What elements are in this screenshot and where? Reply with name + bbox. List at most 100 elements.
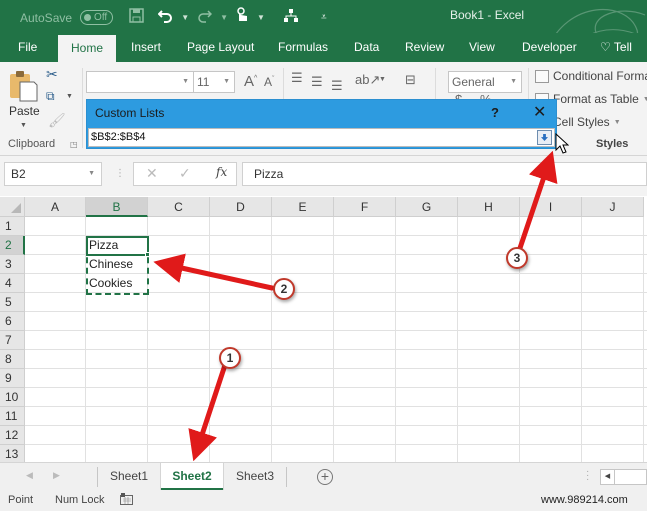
help-button[interactable]: ? <box>491 105 499 120</box>
tab-data[interactable]: Data <box>354 33 379 62</box>
collapse-dialog-button[interactable] <box>537 130 552 145</box>
org-chart-icon[interactable] <box>283 8 299 27</box>
paste-dropdown-icon[interactable]: ▼ <box>20 122 27 129</box>
row-header-8[interactable]: 8 <box>0 350 25 369</box>
wrap-text-icon[interactable]: ⊟ <box>405 72 416 88</box>
macro-record-icon[interactable] <box>120 493 133 508</box>
document-title: Book1 - Excel <box>450 8 525 22</box>
horizontal-scrollbar[interactable]: ◀ <box>600 469 647 485</box>
tab-formulas[interactable]: Formulas <box>278 33 328 62</box>
column-header-j[interactable]: J <box>582 197 644 217</box>
scroll-left-icon[interactable]: ◀ <box>601 470 615 484</box>
tab-review[interactable]: Review <box>405 33 444 62</box>
group-divider <box>82 68 83 148</box>
tab-developer[interactable]: Developer <box>522 33 577 62</box>
row-header-9[interactable]: 9 <box>0 369 25 388</box>
column-header-f[interactable]: F <box>334 197 396 217</box>
tab-page-layout[interactable]: Page Layout <box>187 33 254 62</box>
column-header-d[interactable]: D <box>210 197 272 217</box>
copy-dropdown-icon[interactable]: ▼ <box>66 93 73 100</box>
touch-dropdown-icon[interactable]: ▼ <box>257 13 265 22</box>
touch-mode-icon[interactable] <box>236 7 249 28</box>
redo-dropdown-icon[interactable]: ▼ <box>220 13 228 22</box>
undo-icon[interactable] <box>157 9 173 27</box>
insert-function-icon[interactable]: fx <box>216 165 227 179</box>
worksheet-grid[interactable]: A B C D E F G H I J 1 2 3 4 5 6 7 8 9 10 11 12 13 Pizza Chinese C… <box>0 197 647 462</box>
tab-view[interactable]: View <box>469 33 495 62</box>
add-sheet-button[interactable]: + <box>317 469 333 485</box>
column-header-g[interactable]: G <box>396 197 458 217</box>
row-header-6[interactable]: 6 <box>0 312 25 331</box>
num-lock-indicator: Num Lock <box>55 494 105 506</box>
scroll-sheets-right-icon[interactable]: ▶ <box>53 470 60 481</box>
grow-font-icon[interactable]: A^ <box>244 73 257 90</box>
formula-buttons: ✕ ✓ fx <box>133 162 237 186</box>
select-all-button[interactable] <box>0 197 25 217</box>
row-header-10[interactable]: 10 <box>0 388 25 407</box>
column-header-c[interactable]: C <box>148 197 210 217</box>
format-painter-icon[interactable]: 🖌 <box>48 112 66 129</box>
row-header-11[interactable]: 11 <box>0 407 25 426</box>
gridline <box>25 330 647 331</box>
row-header-5[interactable]: 5 <box>0 293 25 312</box>
name-box[interactable]: B2 ▼ <box>4 162 102 186</box>
column-header-i[interactable]: I <box>520 197 582 217</box>
tab-insert[interactable]: Insert <box>131 33 161 62</box>
enter-icon[interactable]: ✓ <box>179 165 191 182</box>
watermark-text: www.989214.com <box>541 494 628 506</box>
number-format-select[interactable]: General ▼ <box>448 71 522 93</box>
font-size-select[interactable]: 11 ▼ <box>193 71 235 93</box>
undo-dropdown-icon[interactable]: ▼ <box>181 13 189 22</box>
copy-icon[interactable]: ⧉ <box>46 89 55 104</box>
tell-me-search[interactable]: ♡ Tell me <box>600 33 647 83</box>
bottom-align-icon[interactable]: ☰ <box>331 78 343 94</box>
paste-button[interactable] <box>8 70 38 106</box>
clipboard-group-label: Clipboard <box>8 138 56 150</box>
autosave-toggle[interactable]: Off <box>80 10 114 25</box>
top-align-icon[interactable]: ☰ <box>291 70 303 86</box>
gridline <box>25 311 647 312</box>
row-header-4[interactable]: 4 <box>0 274 25 293</box>
name-box-dropdown-icon[interactable]: ▼ <box>88 163 95 185</box>
gridline <box>25 387 647 388</box>
column-header-b[interactable]: B <box>86 197 148 217</box>
clipboard-icon <box>10 71 38 102</box>
row-header-2[interactable]: 2 <box>0 236 25 255</box>
row-header-7[interactable]: 7 <box>0 331 25 350</box>
row-header-1[interactable]: 1 <box>0 217 25 236</box>
middle-align-icon[interactable]: ☰ <box>311 74 323 90</box>
orientation-dropdown-icon[interactable]: ▼ <box>379 76 386 83</box>
save-icon[interactable] <box>129 8 144 27</box>
paste-label[interactable]: Paste <box>9 104 40 118</box>
row-header-13[interactable]: 13 <box>0 445 25 462</box>
sheet-tab-sheet2[interactable]: Sheet2 <box>161 463 223 490</box>
row-header-12[interactable]: 12 <box>0 426 25 445</box>
mouse-cursor-icon <box>555 133 569 154</box>
fill-handle[interactable] <box>145 252 150 257</box>
gridline <box>25 406 647 407</box>
font-name-select[interactable]: ▼ <box>86 71 194 93</box>
range-input[interactable]: $B$2:$B$4 <box>88 128 555 147</box>
redo-icon[interactable] <box>197 9 213 27</box>
clipboard-launcher-icon[interactable]: ◳ <box>70 140 78 149</box>
cancel-icon[interactable]: ✕ <box>146 165 158 182</box>
range-value: $B$2:$B$4 <box>91 131 146 143</box>
row-header-3[interactable]: 3 <box>0 255 25 274</box>
column-header-e[interactable]: E <box>272 197 334 217</box>
scroll-split-grip[interactable]: · · · <box>586 467 589 485</box>
scroll-sheets-left-icon[interactable]: ◀ <box>26 470 33 481</box>
column-header-h[interactable]: H <box>458 197 520 217</box>
orientation-icon[interactable]: ab↗ <box>355 72 380 88</box>
cut-icon[interactable]: ✂ <box>46 66 58 83</box>
sheet-tab-sheet1[interactable]: Sheet1 <box>98 463 160 490</box>
shrink-font-icon[interactable]: Aˇ <box>264 75 274 89</box>
formula-input[interactable]: Pizza <box>242 162 647 186</box>
tab-file[interactable]: File <box>18 33 37 62</box>
close-button[interactable]: ✕ <box>533 102 546 122</box>
tab-home[interactable]: Home <box>58 35 116 62</box>
sheet-tab-sheet3[interactable]: Sheet3 <box>224 463 286 490</box>
conditional-formatting-button[interactable]: Conditional Forma <box>535 69 647 83</box>
formula-bar-grip[interactable]: ⋮ <box>115 168 125 179</box>
column-header-a[interactable]: A <box>25 197 86 217</box>
customize-qat-icon[interactable]: ⩡ <box>321 9 327 27</box>
